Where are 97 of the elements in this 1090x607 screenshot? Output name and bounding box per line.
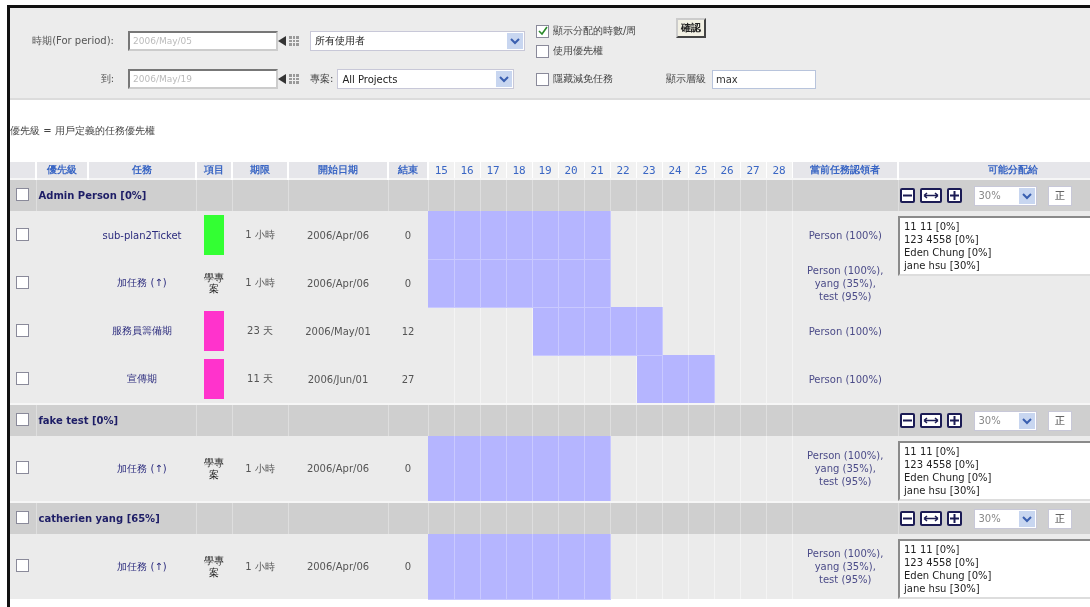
date-cell: 2006/Apr/06 xyxy=(288,259,388,307)
checkbox-label: 顯示分配的時數/周 xyxy=(553,24,637,38)
confirm-button[interactable]: 確認 xyxy=(676,18,706,38)
checkbox[interactable] xyxy=(16,413,29,426)
legend-note: 優先級 = 用戶定義的任務優先權 xyxy=(10,124,156,138)
dropdown-caret-icon[interactable] xyxy=(1018,187,1035,204)
list-option[interactable]: 123 4558 [0%] xyxy=(904,556,1090,569)
list-option[interactable]: jane hsu [30%] xyxy=(904,259,1090,272)
task-link[interactable]: 宣傳期 xyxy=(127,373,157,384)
project-name: 學專案 xyxy=(204,555,224,578)
list-option[interactable]: 11 11 [0%] xyxy=(904,445,1090,458)
end-cell: 0 xyxy=(388,211,428,259)
list-option[interactable]: 11 11 [0%] xyxy=(904,543,1090,556)
checkbox[interactable] xyxy=(16,227,29,241)
duration-cell: 23 天 xyxy=(232,307,288,355)
dropdown-caret-icon[interactable] xyxy=(1018,412,1035,429)
period-label: 時期(For period): xyxy=(31,34,114,48)
list-option[interactable]: Eden Chung [0%] xyxy=(904,471,1090,484)
end-cell: 0 xyxy=(388,534,428,599)
expand-icon[interactable] xyxy=(945,510,963,527)
collapse-icon[interactable] xyxy=(898,510,916,527)
fit-width-icon[interactable] xyxy=(918,510,943,527)
level-field[interactable]: max xyxy=(712,69,816,89)
task-link[interactable]: 加任務 (↑) xyxy=(117,462,167,474)
end-cell: 12 xyxy=(388,307,428,355)
checkbox[interactable] xyxy=(536,72,549,86)
assignee-list[interactable]: 11 11 [0%] 123 4558 [0%] Eden Chung [0%] jane hsu [30%] xyxy=(898,539,1090,599)
arrow-left-icon[interactable] xyxy=(278,36,286,46)
duration-cell: 1 小時 xyxy=(232,259,288,307)
mode-select[interactable]: 正 xyxy=(1047,410,1072,431)
project-label: 專案: xyxy=(310,72,334,86)
date-cell: 2006/Apr/06 xyxy=(288,436,388,502)
task-link[interactable]: 加任務 (↑) xyxy=(117,277,167,288)
list-option[interactable]: jane hsu [30%] xyxy=(904,582,1090,595)
checkbox-label: 隱藏減免任務 xyxy=(553,72,613,86)
expand-icon[interactable] xyxy=(945,412,963,429)
date-cell: 2006/Jun/01 xyxy=(288,355,388,404)
claimant-text: Person (100%), yang (35%), test (95%) xyxy=(806,449,885,488)
project-select[interactable]: All Projects xyxy=(337,69,515,89)
checkbox[interactable] xyxy=(16,511,29,524)
claimant-text: Person (100%) xyxy=(807,372,883,386)
expand-icon[interactable] xyxy=(945,187,963,204)
date-cell: 2006/Apr/06 xyxy=(288,211,388,259)
mode-select[interactable]: 正 xyxy=(1047,508,1072,529)
list-option[interactable]: 123 4558 [0%] xyxy=(904,233,1090,246)
project-name: 學專案 xyxy=(204,457,224,480)
task-link[interactable]: sub-plan2Ticket xyxy=(102,229,182,241)
assignee-list[interactable]: 11 11 [0%] 123 4558 [0%] Eden Chung [0%] jane hsu [30%] xyxy=(898,441,1090,501)
date-cell: 2006/Apr/06 xyxy=(288,534,388,599)
group-title: fake test [0%] xyxy=(38,415,119,426)
percent-select[interactable]: 30% xyxy=(973,185,1037,206)
fit-width-icon[interactable] xyxy=(918,187,943,204)
claimant-text: Person (100%), yang (35%), test (95%) xyxy=(806,547,885,586)
arrow-left-icon[interactable] xyxy=(278,74,286,84)
to-label: 到: xyxy=(99,72,114,86)
checkbox[interactable] xyxy=(16,371,29,385)
claimant-text: Person (100%) xyxy=(807,228,883,242)
duration-cell: 1 小時 xyxy=(232,436,288,502)
collapse-icon[interactable] xyxy=(898,187,916,204)
fit-width-icon[interactable] xyxy=(918,412,943,429)
checkbox[interactable] xyxy=(16,188,29,201)
checkbox[interactable] xyxy=(16,461,29,474)
project-name: 學專案 xyxy=(204,271,224,295)
end-cell: 0 xyxy=(388,259,428,307)
assignee-list[interactable]: 11 11 [0%] 123 4558 [0%] Eden Chung [0%] jane hsu [30%] xyxy=(898,216,1090,276)
checkbox[interactable] xyxy=(536,44,549,58)
checkbox[interactable] xyxy=(536,24,549,38)
list-option[interactable]: 123 4558 [0%] xyxy=(904,458,1090,471)
list-option[interactable]: jane hsu [30%] xyxy=(904,484,1090,497)
checkbox[interactable] xyxy=(16,275,29,289)
duration-cell: 1 小時 xyxy=(232,211,288,259)
date-cell: 2006/May/01 xyxy=(288,307,388,355)
level-label: 顯示層級 xyxy=(666,72,706,86)
end-cell: 0 xyxy=(388,436,428,502)
checkbox[interactable] xyxy=(16,323,29,337)
claimant-text: Person (100%) xyxy=(807,324,883,338)
dropdown-caret-icon[interactable] xyxy=(496,71,513,87)
percent-select[interactable]: 30% xyxy=(973,410,1037,431)
percent-select[interactable]: 30% xyxy=(973,508,1037,529)
mode-select[interactable]: 正 xyxy=(1047,185,1072,206)
checkbox[interactable] xyxy=(16,559,29,572)
end-cell: 27 xyxy=(388,355,428,404)
user-select[interactable]: 所有使用者 xyxy=(310,31,525,51)
task-link[interactable]: 加任務 (↑) xyxy=(117,560,167,572)
task-link[interactable]: 服務員籌備期 xyxy=(112,325,172,336)
list-option[interactable]: Eden Chung [0%] xyxy=(904,569,1090,582)
claimant-text: Person (100%), yang (35%), test (95%) xyxy=(806,263,885,303)
dropdown-caret-icon[interactable] xyxy=(507,33,523,49)
duration-cell: 1 小時 xyxy=(232,534,288,599)
duration-cell: 11 天 xyxy=(232,355,288,404)
list-option[interactable]: Eden Chung [0%] xyxy=(904,246,1090,259)
group-title: Admin Person [0%] xyxy=(38,190,147,201)
list-option[interactable]: 11 11 [0%] xyxy=(904,220,1090,233)
checkbox-label: 使用優先權 xyxy=(553,44,603,58)
dropdown-caret-icon[interactable] xyxy=(1018,510,1035,527)
collapse-icon[interactable] xyxy=(898,412,916,429)
group-title: catherien yang [65%] xyxy=(38,513,160,524)
